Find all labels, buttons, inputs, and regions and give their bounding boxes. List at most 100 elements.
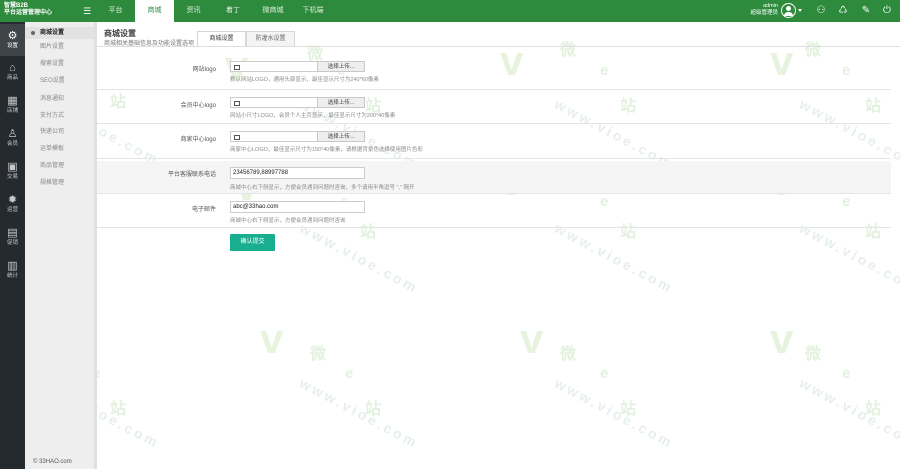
brush-icon[interactable]: ✎: [860, 5, 872, 17]
sub-item-message[interactable]: 消息通知: [25, 93, 94, 105]
watermark-url: www.vioe.com: [552, 374, 677, 452]
trade-icon: ▣: [7, 161, 18, 173]
nav-platform[interactable]: 平台: [96, 0, 135, 22]
sub-item-express[interactable]: 快递公司: [25, 126, 94, 138]
seller-logo-hint: 商家中心LOGO，最佳显示尺寸为150*40像素，请根据背景色选择使用图片色彩: [230, 147, 423, 153]
sidebar-label: 商品: [6, 75, 18, 81]
avatar-body-shape: [784, 12, 793, 16]
sub-item-seo-settings[interactable]: SEO设置: [25, 75, 94, 87]
form-row-phone: 平台客服联系电话 23456789,88997788 商城中心右下侧显示，方便会…: [97, 161, 891, 194]
image-icon: [234, 65, 240, 70]
brand-line-2: 平台运营管理中心: [4, 10, 53, 16]
watermark-letter: e: [842, 365, 851, 382]
sidebar-item-operation[interactable]: ✹ 运营: [0, 188, 25, 220]
sub-item-image-settings[interactable]: 图片设置: [25, 41, 94, 53]
bucket-icon[interactable]: ♺: [837, 5, 849, 17]
sub-item-spec-management[interactable]: 规格管理: [25, 177, 94, 189]
nav-news[interactable]: 资讯: [174, 0, 213, 22]
seller-logo-upload-button[interactable]: 选择上传...: [317, 131, 365, 142]
user-avatar-icon[interactable]: [781, 3, 796, 18]
sidebar-label: 促销: [6, 240, 18, 246]
user-info: admin 超级管理员: [742, 3, 778, 17]
brand: 智慧B2B 平台运营管理中心: [4, 3, 79, 17]
user-name: admin: [763, 3, 778, 9]
image-icon: [234, 135, 240, 140]
shopping-basket-icon: ⌂: [9, 62, 16, 74]
sidebar-label: 会员: [6, 141, 18, 147]
sub-menu: 商城设置 图片设置 搜索设置 SEO设置 消息通知 支付方式 快递公司 运单模板…: [25, 22, 94, 469]
submit-button[interactable]: 确认提交: [230, 234, 275, 251]
nav-mobile[interactable]: 下机端: [293, 0, 333, 22]
watermark-station: 站: [865, 401, 882, 418]
sub-item-goods-management[interactable]: 商品管理: [25, 160, 94, 172]
watermark-station: 站: [620, 401, 637, 418]
member-logo-label: 会员中心logo: [180, 103, 216, 109]
site-logo-hint: 默认网站LOGO，通用头部显示，最佳显示尺寸为240*60像素: [230, 77, 379, 83]
person-list-icon[interactable]: ⚇: [815, 5, 827, 17]
sub-item-waybill[interactable]: 运单模板: [25, 143, 94, 155]
top-nav: 平台 商城 资讯 着丁 微商城 下机端: [96, 0, 333, 22]
watermark-letter: e: [600, 365, 609, 382]
watermark-brand: 微: [310, 346, 327, 363]
sidebar-label: 运营: [6, 207, 18, 213]
sidebar-item-stats[interactable]: ▥ 统计: [0, 254, 25, 286]
nav-item-4[interactable]: 着丁: [213, 0, 253, 22]
sidebar-item-settings[interactable]: ⚙ 设置: [0, 24, 25, 56]
sidebar-label: 交易: [6, 174, 18, 180]
site-logo-label: 网站logo: [192, 67, 216, 73]
sub-item-payment[interactable]: 支付方式: [25, 110, 94, 122]
sub-item-mall-settings[interactable]: 商城设置: [25, 27, 94, 39]
store-icon: ▦: [7, 95, 18, 107]
email-input[interactable]: abc@33hao.com: [230, 201, 365, 213]
watermark-url: www.vioe.com: [297, 374, 422, 452]
sub-item-search-settings[interactable]: 搜索设置: [25, 58, 94, 70]
form-row-seller-logo: 商家中心logo 选择上传... 商家中心LOGO，最佳显示尺寸为150*40像…: [97, 126, 891, 159]
watermark-letter: e: [345, 365, 354, 382]
nav-mall[interactable]: 商城: [135, 0, 174, 22]
top-bar: 智慧B2B 平台运营管理中心 ☰ 平台 商城 资讯 着丁 微商城 下机端 adm…: [0, 0, 900, 22]
tab-anti-spam[interactable]: 防灌水设置: [246, 31, 295, 46]
watermark-brand: 微: [560, 346, 577, 363]
watermark-url: www.vioe.com: [297, 219, 422, 297]
sidebar-item-promotion[interactable]: ▤ 促销: [0, 221, 25, 253]
sidebar-label: 设置: [6, 43, 18, 49]
sidebar-item-store[interactable]: ▦ 店铺: [0, 89, 25, 121]
promotion-icon: ▤: [7, 227, 18, 239]
copyright: © 33HAO.com: [33, 459, 72, 465]
watermark-url: www.vioe.com: [797, 374, 900, 452]
menu-icon[interactable]: ☰: [82, 6, 92, 16]
phone-label: 平台客服联系电话: [167, 172, 216, 178]
seller-logo-label: 商家中心logo: [180, 137, 216, 143]
power-icon[interactable]: ⏻: [881, 5, 893, 17]
sidebar-label: 店铺: [6, 108, 18, 114]
user-role: 超级管理员: [750, 10, 778, 16]
watermark-url: www.vioe.com: [552, 219, 677, 297]
user-icon: ♙: [7, 128, 18, 140]
chevron-down-icon[interactable]: [798, 9, 802, 12]
member-logo-upload-button[interactable]: 选择上传...: [317, 97, 365, 108]
watermark-url: www.vioe.com: [797, 219, 900, 297]
watermark-brand: 微: [805, 346, 822, 363]
avatar-head-shape: [786, 6, 791, 11]
email-hint: 商城中心右下侧显示，方便会员遇到问题时咨询: [230, 218, 346, 224]
watermark-v: v: [520, 315, 544, 362]
tab-mall-settings[interactable]: 商城设置: [197, 31, 246, 46]
nav-micro-mall[interactable]: 微商城: [253, 0, 293, 22]
sidebar-item-member[interactable]: ♙ 会员: [0, 122, 25, 154]
email-label: 电子邮件: [191, 207, 216, 213]
form-row-member-logo: 会员中心logo 选择上传... 网站小尺寸LOGO，会员个人主页显示，最佳显示…: [97, 92, 891, 124]
phone-input[interactable]: 23456789,88997788: [230, 167, 365, 179]
watermark-station: 站: [110, 401, 127, 418]
sidebar-item-goods[interactable]: ⌂ 商品: [0, 56, 25, 88]
gear-icon: ⚙: [7, 30, 18, 42]
image-icon: [234, 101, 240, 106]
watermark-station: 站: [365, 401, 382, 418]
sidebar-label: 统计: [6, 273, 18, 279]
brand-line-1: 智慧B2B: [4, 3, 29, 9]
site-logo-upload-button[interactable]: 选择上传...: [317, 61, 365, 72]
chart-icon: ▥: [7, 260, 18, 272]
phone-hint: 商城中心右下侧显示，方便会员遇到问题时咨询，多个请用半角逗号 "," 隔开: [230, 185, 415, 191]
sidebar-item-trade[interactable]: ▣ 交易: [0, 155, 25, 187]
settings-icon: ✹: [7, 194, 18, 206]
form-row-site-logo: 网站logo 选择上传... 默认网站LOGO，通用头部显示，最佳显示尺寸为24…: [97, 56, 891, 90]
